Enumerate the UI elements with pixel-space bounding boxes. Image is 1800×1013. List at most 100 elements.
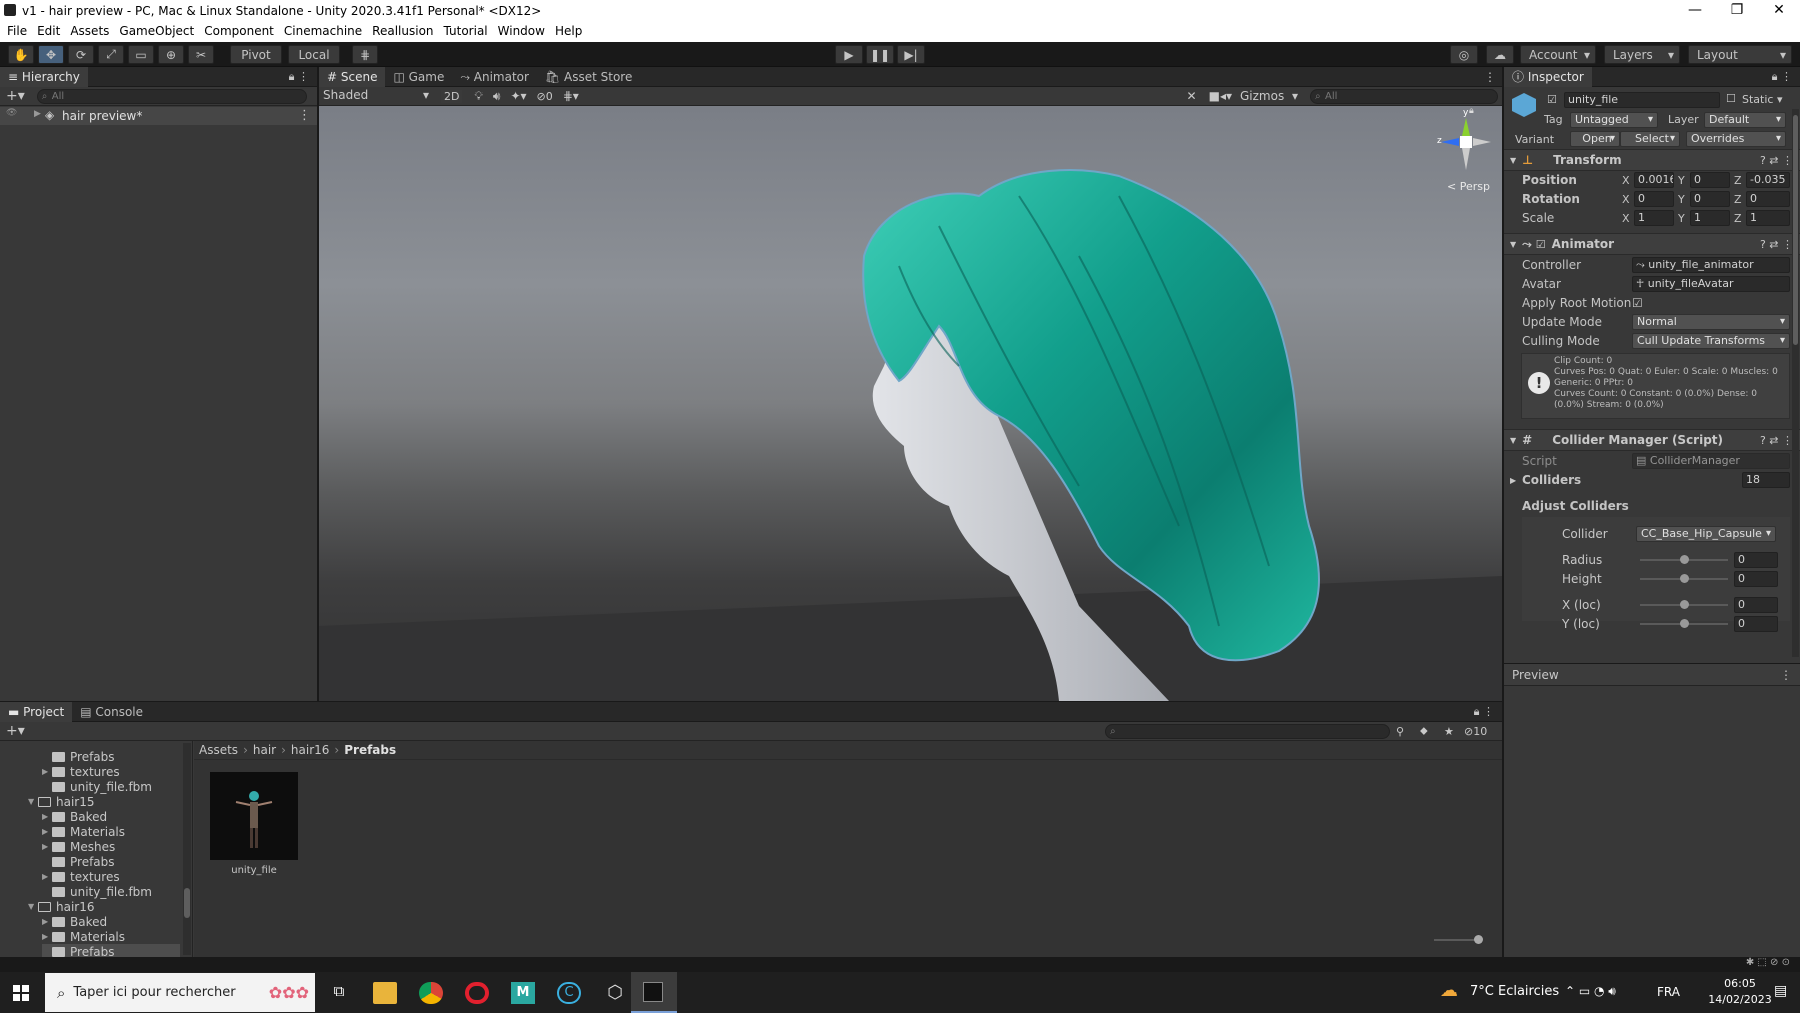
2d-toggle[interactable]: 2D bbox=[441, 89, 463, 103]
cc-icon[interactable]: C bbox=[557, 982, 581, 1004]
rotation-x-field[interactable]: 0 bbox=[1634, 191, 1674, 207]
collider-dropdown[interactable]: CC_Base_Hip_Capsule bbox=[1636, 526, 1776, 542]
tree-item[interactable]: unity_file.fbm bbox=[42, 884, 180, 899]
expand-arrow-icon[interactable]: ▶ bbox=[42, 872, 52, 881]
menu-edit[interactable]: Edit bbox=[37, 21, 60, 42]
add-icon[interactable]: +▾ bbox=[6, 88, 25, 104]
colliders-count-field[interactable]: 18 bbox=[1742, 472, 1790, 488]
xloc-field[interactable]: 0 bbox=[1734, 597, 1778, 613]
scale-z-field[interactable]: 1 bbox=[1746, 210, 1790, 226]
chevron-down-icon[interactable]: ▼ bbox=[28, 797, 38, 806]
taskbar-search-input[interactable]: ⌕ Taper ici pour rechercher ✿✿✿ bbox=[45, 973, 315, 1012]
expand-arrow-icon[interactable]: ▶ bbox=[42, 917, 52, 926]
position-y-field[interactable]: 0 bbox=[1690, 172, 1730, 188]
expand-arrow-icon[interactable]: ▶ bbox=[42, 812, 52, 821]
add-icon[interactable]: +▾ bbox=[6, 723, 25, 739]
file-explorer-icon[interactable] bbox=[373, 982, 397, 1004]
tab-game[interactable]: ◫ Game bbox=[385, 67, 452, 87]
transform-tool-icon[interactable]: ⊕ bbox=[158, 45, 184, 64]
position-x-field[interactable]: 0.0016 bbox=[1634, 172, 1674, 188]
shading-dropdown[interactable]: Shaded ▾ bbox=[323, 88, 431, 104]
position-z-field[interactable]: -0.035 bbox=[1746, 172, 1790, 188]
update-mode-dropdown[interactable]: Normal bbox=[1632, 314, 1790, 330]
custom-tool-icon[interactable]: ✂ bbox=[188, 45, 214, 64]
scale-y-field[interactable]: 1 bbox=[1690, 210, 1730, 226]
hand-tool-icon[interactable]: ✋ bbox=[8, 45, 34, 64]
close-button[interactable]: ✕ bbox=[1758, 0, 1800, 21]
hierarchy-search-input[interactable]: ⌕ All bbox=[36, 88, 307, 104]
yloc-slider-handle[interactable] bbox=[1680, 619, 1689, 628]
local-toggle[interactable]: Local bbox=[288, 45, 340, 64]
language-indicator[interactable]: FRA bbox=[1657, 985, 1680, 999]
unity-editor-taskbar-button[interactable] bbox=[631, 972, 677, 1013]
expand-arrow-icon[interactable]: ▶ bbox=[42, 767, 52, 776]
lock-icon[interactable]: 🔒︎ ⋮ bbox=[1772, 70, 1792, 84]
static-dropdown[interactable]: Static ▾ bbox=[1742, 93, 1782, 106]
breadcrumb-item[interactable]: Prefabs bbox=[344, 743, 396, 757]
expand-arrow-icon[interactable]: ▶ bbox=[42, 932, 52, 941]
tree-item[interactable]: ▶ textures bbox=[42, 764, 180, 779]
avatar-field[interactable]: ☥ unity_fileAvatar bbox=[1632, 276, 1790, 292]
static-checkbox[interactable]: ☐ bbox=[1726, 92, 1736, 105]
play-button[interactable]: ▶ bbox=[835, 45, 863, 64]
more-icon[interactable]: ⋮ bbox=[1780, 668, 1792, 682]
zoom-slider-handle[interactable] bbox=[1474, 935, 1483, 944]
scale-tool-icon[interactable]: ⤢ bbox=[98, 45, 124, 64]
active-checkbox[interactable]: ☑ bbox=[1547, 93, 1557, 106]
lock-icon[interactable]: 🔒︎ ⋮ bbox=[1474, 705, 1494, 719]
breadcrumb-item[interactable]: Assets bbox=[199, 743, 238, 757]
height-field[interactable]: 0 bbox=[1734, 571, 1778, 587]
minimize-button[interactable]: — bbox=[1674, 0, 1716, 21]
menu-window[interactable]: Window bbox=[498, 21, 545, 42]
unity-hub-icon[interactable]: ⬡ bbox=[603, 982, 627, 1004]
filter-label-icon[interactable]: ⬥ bbox=[1420, 724, 1428, 738]
clock[interactable]: 06:05 14/02/2023 bbox=[1700, 976, 1780, 1008]
xloc-slider-handle[interactable] bbox=[1680, 600, 1689, 609]
tab-asset-store[interactable]: 🛍︎ Asset Store bbox=[537, 67, 640, 87]
visibility-icon[interactable]: 👁︎ bbox=[6, 108, 17, 118]
tab-hierarchy[interactable]: ≡ Hierarchy bbox=[0, 66, 88, 87]
collider-manager-header[interactable]: ▼ # Collider Manager (Script) ? ⇄ ⋮ bbox=[1504, 429, 1800, 451]
more-icon[interactable]: ⋮ bbox=[1484, 70, 1496, 84]
tree-item[interactable]: ▼ hair16 bbox=[28, 899, 180, 914]
menu-tutorial[interactable]: Tutorial bbox=[444, 21, 488, 42]
gizmos-dropdown[interactable]: Gizmos ▾ bbox=[1240, 89, 1300, 103]
tag-dropdown[interactable]: Untagged bbox=[1570, 112, 1658, 128]
menu-help[interactable]: Help bbox=[555, 21, 582, 42]
expand-arrow-icon[interactable]: ▶ bbox=[34, 109, 41, 119]
menu-gameobject[interactable]: GameObject bbox=[119, 21, 194, 42]
menu-reallusion[interactable]: Reallusion bbox=[372, 21, 433, 42]
menu-cinemachine[interactable]: Cinemachine bbox=[284, 21, 362, 42]
rotate-tool-icon[interactable]: ⟳ bbox=[68, 45, 94, 64]
tree-item[interactable]: ▶ textures bbox=[42, 869, 180, 884]
culling-mode-dropdown[interactable]: Cull Update Transforms bbox=[1632, 333, 1790, 349]
expand-arrow-icon[interactable]: ▶ bbox=[1510, 476, 1516, 485]
radius-slider-handle[interactable] bbox=[1680, 555, 1689, 564]
opera-icon[interactable] bbox=[465, 982, 489, 1004]
favorite-icon[interactable]: ★ bbox=[1444, 725, 1454, 738]
audio-icon[interactable]: 🔊︎ bbox=[493, 89, 501, 104]
menu-file[interactable]: File bbox=[7, 21, 27, 42]
grid-icon[interactable]: ⋕▾ bbox=[563, 89, 579, 103]
lock-icon[interactable]: 🔒︎ bbox=[1469, 106, 1474, 116]
apply-root-motion-checkbox[interactable]: ☑ bbox=[1632, 296, 1643, 310]
rect-tool-icon[interactable]: ▭ bbox=[128, 45, 154, 64]
tree-item[interactable]: Prefabs bbox=[42, 749, 180, 764]
object-name-field[interactable]: unity_file bbox=[1564, 92, 1720, 108]
layers-dropdown[interactable]: Layers ▾ bbox=[1604, 45, 1680, 64]
hidden-objects-toggle[interactable]: ⊘0 bbox=[537, 90, 553, 103]
breadcrumb-item[interactable]: hair16 bbox=[291, 743, 330, 757]
status-icons[interactable]: ✱ ⬚ ⊘ ⊙ bbox=[1746, 957, 1790, 968]
tree-item[interactable]: Prefabs bbox=[42, 944, 180, 958]
help-icon[interactable]: ? ⇄ ⋮ bbox=[1760, 154, 1793, 167]
tree-item[interactable]: ▶ Baked bbox=[42, 914, 180, 929]
pause-button[interactable]: ❚❚ bbox=[866, 45, 894, 64]
tab-animator[interactable]: ⤳ Animator bbox=[452, 67, 537, 87]
scrollbar-thumb[interactable] bbox=[184, 888, 190, 918]
asset-name[interactable]: unity_file bbox=[210, 865, 298, 876]
effects-icon[interactable]: ✦▾ bbox=[510, 89, 526, 103]
tree-item[interactable]: ▼ hair15 bbox=[28, 794, 180, 809]
scrollbar-thumb[interactable] bbox=[1793, 115, 1798, 345]
animator-header[interactable]: ▼ ⤳ ☑ Animator ? ⇄ ⋮ bbox=[1504, 233, 1800, 255]
more-icon[interactable]: ⋮ bbox=[298, 108, 311, 123]
